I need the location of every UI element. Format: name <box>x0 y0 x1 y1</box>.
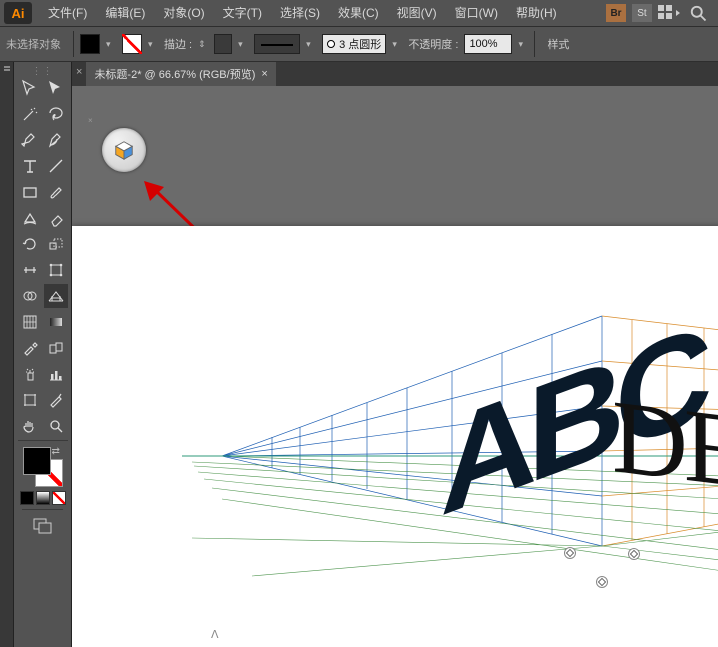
menu-file[interactable]: 文件(F) <box>40 1 95 25</box>
curvature-tool[interactable] <box>44 128 68 152</box>
stroke-profile[interactable] <box>254 34 300 54</box>
workspace-icon[interactable] <box>658 4 682 22</box>
opacity-field[interactable]: 100% <box>464 34 512 54</box>
document-tab[interactable]: 未标题-2* @ 66.67% (RGB/预览) × <box>86 62 275 86</box>
tab-close-icon[interactable]: × <box>261 68 267 80</box>
scale-tool[interactable] <box>44 232 68 256</box>
stroke-label: 描边 : <box>164 36 192 52</box>
perspective-text-right: DEF <box>612 377 718 516</box>
rectangle-tool[interactable] <box>18 180 42 204</box>
pen-tool[interactable] <box>18 128 42 152</box>
zoom-tool[interactable] <box>44 414 68 438</box>
document-area: × 未标题-2* @ 66.67% (RGB/预览) × × <box>72 62 718 647</box>
menu-object[interactable]: 对象(O) <box>155 1 212 25</box>
menu-help[interactable]: 帮助(H) <box>508 1 565 25</box>
gradient-mode-icon[interactable] <box>36 491 50 505</box>
fill-stroke-indicator[interactable]: ⇄ <box>23 447 63 487</box>
artboard: ABC DEF ᐱ <box>72 226 718 647</box>
control-bar: 未选择对象 ▾ ▾ 描边 : ⇕ ▾ ▾ 3 点圆形 ▾ 不透明度 : 100%… <box>0 26 718 62</box>
eraser-tool[interactable] <box>44 206 68 230</box>
column-graph-tool[interactable] <box>44 362 68 386</box>
stroke-width-dropdown-icon[interactable]: ▾ <box>238 34 248 54</box>
toolbox-grip[interactable]: ⋮⋮ <box>16 66 69 76</box>
stroke-width-field[interactable] <box>214 34 232 54</box>
stroke-dropdown-icon[interactable]: ▾ <box>148 34 158 54</box>
menu-effect[interactable]: 效果(C) <box>330 1 387 25</box>
brush-style-label: 3 点圆形 <box>339 36 381 52</box>
grid-handle[interactable] <box>596 576 608 588</box>
screen-mode-icon[interactable] <box>31 516 55 536</box>
slice-tool[interactable] <box>44 388 68 412</box>
document-tab-title: 未标题-2* @ 66.67% (RGB/预览) <box>94 66 255 82</box>
canvas[interactable]: × <box>72 86 718 647</box>
type-tool[interactable] <box>18 154 42 178</box>
grid-extent-icon[interactable]: ᐱ <box>211 628 219 641</box>
grid-handle[interactable] <box>628 548 640 560</box>
opacity-dropdown-icon[interactable]: ▾ <box>518 34 528 54</box>
perspective-grid-tool[interactable] <box>44 284 68 308</box>
menu-view[interactable]: 视图(V) <box>389 1 445 25</box>
brush-style[interactable]: 3 点圆形 <box>322 34 386 54</box>
direct-selection-tool[interactable] <box>44 76 68 100</box>
eyedropper-tool[interactable] <box>18 336 42 360</box>
shape-builder-tool[interactable] <box>18 284 42 308</box>
magic-wand-tool[interactable] <box>18 102 42 126</box>
hand-tool[interactable] <box>18 414 42 438</box>
stroke-swatch[interactable] <box>122 34 142 54</box>
stroke-profile-dropdown-icon[interactable]: ▾ <box>306 34 316 54</box>
search-icon[interactable] <box>688 4 708 22</box>
line-tool[interactable] <box>44 154 68 178</box>
tab-prev-icon[interactable]: × <box>72 62 86 86</box>
tab-bar: × 未标题-2* @ 66.67% (RGB/预览) × <box>72 62 718 86</box>
shaper-tool[interactable] <box>18 206 42 230</box>
width-tool[interactable] <box>18 258 42 282</box>
none-mode-icon[interactable] <box>52 491 66 505</box>
swap-fill-stroke-icon[interactable]: ⇄ <box>52 446 64 458</box>
menu-window[interactable]: 窗口(W) <box>447 1 506 25</box>
rotate-tool[interactable] <box>18 232 42 256</box>
gradient-tool[interactable] <box>44 310 68 334</box>
menu-text[interactable]: 文字(T) <box>215 1 270 25</box>
menu-edit[interactable]: 编辑(E) <box>97 1 153 25</box>
fill-swatch[interactable] <box>80 34 100 54</box>
blend-tool[interactable] <box>44 336 68 360</box>
svg-text:DEF: DEF <box>612 377 718 516</box>
selection-tool[interactable] <box>18 76 42 100</box>
dock-strip[interactable] <box>0 62 14 647</box>
styles-label[interactable]: 样式 <box>541 36 569 52</box>
color-mode-icon[interactable] <box>20 491 34 505</box>
grid-handle[interactable] <box>564 547 576 559</box>
free-transform-tool[interactable] <box>44 258 68 282</box>
brush-style-dropdown-icon[interactable]: ▾ <box>392 34 402 54</box>
widget-close-icon[interactable]: × <box>88 116 93 125</box>
bridge-icon[interactable]: Br <box>606 4 626 22</box>
fill-color-indicator[interactable] <box>23 447 51 475</box>
toolbox: ⋮⋮ ⇄ <box>14 62 72 647</box>
perspective-plane-widget[interactable] <box>102 128 146 172</box>
lasso-tool[interactable] <box>44 102 68 126</box>
menu-select[interactable]: 选择(S) <box>272 1 328 25</box>
app-logo: Ai <box>4 2 32 24</box>
stroke-stepper-icon[interactable]: ⇕ <box>198 34 208 54</box>
opacity-label: 不透明度 : <box>408 36 458 52</box>
fill-dropdown-icon[interactable]: ▾ <box>106 34 116 54</box>
perspective-grid: ABC DEF <box>72 226 718 647</box>
stock-icon[interactable]: St <box>632 4 652 22</box>
paintbrush-tool[interactable] <box>44 180 68 204</box>
artboard-tool[interactable] <box>18 388 42 412</box>
menu-bar: Ai 文件(F) 编辑(E) 对象(O) 文字(T) 选择(S) 效果(C) 视… <box>0 0 718 26</box>
mesh-tool[interactable] <box>18 310 42 334</box>
symbol-sprayer-tool[interactable] <box>18 362 42 386</box>
selection-status: 未选择对象 <box>6 36 67 52</box>
